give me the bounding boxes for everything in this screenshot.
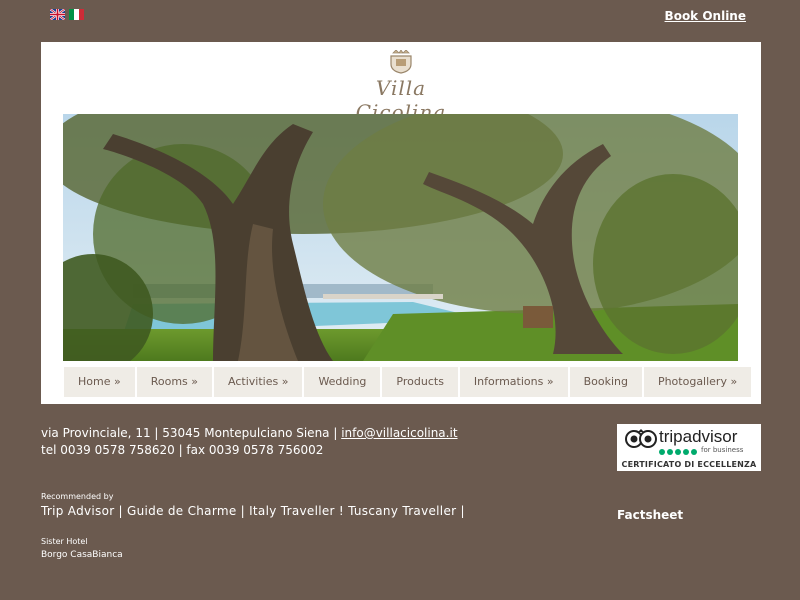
factsheet-link[interactable]: Factsheet — [617, 508, 683, 522]
uk-flag-icon[interactable] — [50, 9, 65, 20]
tripadvisor-sub: for business — [701, 446, 744, 454]
nav-item-booking[interactable]: Booking — [569, 367, 642, 397]
recommended-label: Recommended by — [41, 492, 114, 501]
phone-line: tel 0039 0578 758620 | fax 0039 0578 756… — [41, 443, 324, 457]
nav-item-products[interactable]: Products — [382, 367, 458, 397]
address-line: via Provinciale, 11 | 53045 Montepulcian… — [41, 425, 458, 442]
tripadvisor-owl-icon — [625, 429, 657, 448]
main-card: Villa Cicolina Home » Rooms » Activities… — [41, 42, 761, 404]
language-switcher — [50, 9, 84, 20]
sister-hotel-link[interactable]: Borgo CasaBianca — [41, 550, 123, 560]
hero-image — [63, 114, 738, 361]
nav-item-wedding[interactable]: Wedding — [304, 367, 381, 397]
book-online-link[interactable]: Book Online — [665, 9, 746, 23]
olive-trees-pool-photo — [63, 114, 738, 361]
nav-item-rooms[interactable]: Rooms » — [136, 367, 213, 397]
address-text: via Provinciale, 11 | 53045 Montepulcian… — [41, 426, 342, 440]
certificate-text: CERTIFICATO DI ECCELLENZA — [621, 460, 757, 469]
email-link[interactable]: info@villacicolina.it — [341, 426, 457, 440]
sister-hotel-label: Sister Hotel — [41, 537, 88, 546]
nav-item-home[interactable]: Home » — [64, 367, 135, 397]
nav-item-informations[interactable]: Informations » — [459, 367, 568, 397]
crest-icon — [390, 50, 412, 74]
site-logo[interactable]: Villa Cicolina — [331, 50, 471, 124]
recommended-list[interactable]: Trip Advisor | Guide de Charme | Italy T… — [41, 504, 465, 518]
tripadvisor-badge[interactable]: tripadvisor for business CERTIFICATO DI … — [617, 424, 761, 471]
tripadvisor-brand: tripadvisor — [659, 427, 738, 446]
italy-flag-icon[interactable] — [69, 9, 84, 20]
nav-item-photogallery[interactable]: Photogallery » — [643, 367, 752, 397]
main-nav: Home » Rooms » Activities » Wedding Prod… — [64, 367, 753, 397]
nav-item-activities[interactable]: Activities » — [214, 367, 303, 397]
contact-info: via Provinciale, 11 | 53045 Montepulcian… — [41, 425, 458, 459]
rating-dots — [659, 449, 697, 455]
